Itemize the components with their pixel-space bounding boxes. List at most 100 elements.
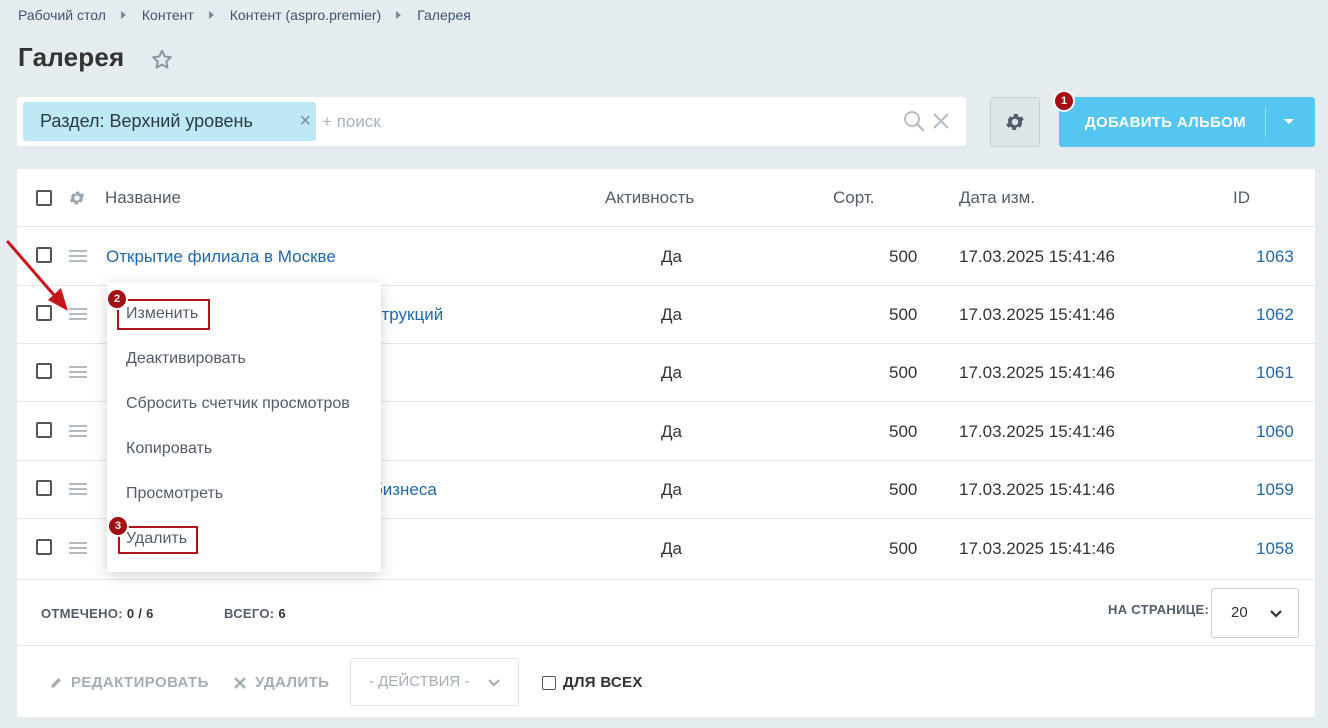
row-sort: 500 [889, 247, 918, 266]
row-date: 17.03.2025 15:41:46 [959, 480, 1115, 499]
row-id-link[interactable]: 1061 [1256, 363, 1294, 383]
add-album-label: ДОБАВИТЬ АЛЬБОМ [1085, 114, 1246, 131]
clear-search-icon[interactable] [932, 112, 950, 130]
row-checkbox[interactable] [36, 363, 52, 379]
chip-close-icon[interactable]: × [299, 110, 311, 133]
row-name-link[interactable]: струкций [373, 305, 443, 325]
breadcrumb-gallery[interactable]: Галерея [417, 7, 471, 23]
row-name-link[interactable]: бизнеса [373, 480, 437, 500]
per-page-select[interactable]: 20 [1211, 588, 1299, 638]
selected-count: ОТМЕЧЕНО: 0 / 6 [41, 606, 154, 621]
column-settings-gear-icon[interactable] [68, 189, 86, 207]
row-date: 17.03.2025 15:41:46 [959, 247, 1115, 266]
breadcrumb-desktop[interactable]: Рабочий стол [18, 7, 106, 23]
button-divider [1265, 107, 1266, 137]
breadcrumb: Рабочий стол Контент Контент (aspro.prem… [18, 7, 471, 23]
total-value: 6 [278, 606, 286, 621]
row-menu-icon[interactable] [69, 425, 87, 438]
chevron-down-icon [1270, 610, 1282, 618]
row-id-link[interactable]: 1060 [1256, 422, 1294, 442]
select-all-checkbox[interactable] [36, 190, 52, 206]
row-id-link[interactable]: 1062 [1256, 305, 1294, 325]
row-context-menu: Изменить Деактивировать Сбросить счетчик… [107, 282, 381, 572]
total-label: ВСЕГО: [224, 606, 275, 621]
total-count: ВСЕГО: 6 [224, 606, 286, 621]
row-checkbox[interactable] [36, 422, 52, 438]
row-active: Да [661, 422, 682, 441]
for-all-toggle[interactable]: ДЛЯ ВСЕХ [542, 674, 643, 691]
per-page-value: 20 [1231, 604, 1248, 621]
edit-action-button[interactable]: РЕДАКТИРОВАТЬ [49, 674, 209, 691]
search-icon[interactable] [903, 110, 925, 132]
breadcrumb-content[interactable]: Контент [142, 7, 194, 23]
row-name-link[interactable]: Открытие филиала в Москве [106, 247, 336, 267]
row-id-link[interactable]: 1063 [1256, 247, 1294, 267]
for-all-checkbox[interactable] [542, 675, 556, 690]
row-sort: 500 [889, 305, 918, 324]
selected-label: ОТМЕЧЕНО: [41, 606, 123, 621]
per-page-label: НА СТРАНИЦЕ: [1108, 602, 1210, 617]
row-id-link[interactable]: 1058 [1256, 539, 1294, 559]
search-input[interactable] [322, 109, 892, 135]
page-title: Галерея [18, 42, 125, 72]
row-date: 17.03.2025 15:41:46 [959, 305, 1115, 324]
highlight-box-delete [118, 526, 198, 554]
menu-item-copy[interactable]: Копировать [126, 440, 212, 458]
filter-chip[interactable]: Раздел: Верхний уровень × [23, 102, 316, 141]
row-sort: 500 [889, 363, 918, 382]
row-active: Да [661, 305, 682, 324]
filter-chip-label: Раздел: Верхний уровень [40, 111, 253, 131]
column-header-sort[interactable]: Сорт. [833, 188, 874, 208]
actions-select[interactable]: - ДЕЙСТВИЯ - [350, 658, 519, 706]
selected-value: 0 / 6 [126, 606, 154, 621]
close-icon [234, 676, 246, 689]
delete-action-label: УДАЛИТЬ [255, 674, 330, 691]
highlight-box-edit [117, 299, 210, 330]
grid-footer: ОТМЕЧЕНО: 0 / 6 ВСЕГО: 6 НА СТРАНИЦЕ: 20 [17, 579, 1315, 645]
filter-bar: Раздел: Верхний уровень × [17, 97, 966, 146]
step-badge-1: 1 [1053, 90, 1075, 112]
column-header-date[interactable]: Дата изм. [959, 188, 1035, 208]
delete-action-button[interactable]: УДАЛИТЬ [233, 674, 329, 691]
annotation-arrow-icon [6, 240, 68, 311]
row-menu-icon[interactable] [69, 366, 87, 379]
row-sort: 500 [889, 480, 918, 499]
row-active: Да [661, 247, 682, 266]
column-header-active[interactable]: Активность [605, 188, 694, 208]
column-header-id[interactable]: ID [1233, 188, 1250, 208]
settings-button[interactable] [990, 97, 1040, 147]
row-menu-icon[interactable] [69, 483, 87, 496]
grid-header: Название Активность Сорт. Дата изм. ID [17, 169, 1315, 227]
step-badge-2: 2 [106, 288, 128, 310]
menu-item-deactivate[interactable]: Деактивировать [126, 350, 246, 368]
row-checkbox[interactable] [36, 480, 52, 496]
column-header-name[interactable]: Название [105, 188, 181, 208]
chevron-down-icon[interactable] [1284, 119, 1294, 124]
star-icon[interactable] [150, 48, 174, 72]
row-active: Да [661, 539, 682, 558]
edit-action-label: РЕДАКТИРОВАТЬ [71, 674, 209, 691]
breadcrumb-separator-icon [396, 11, 402, 19]
breadcrumb-separator-icon [208, 11, 214, 19]
breadcrumb-content-aspro[interactable]: Контент (aspro.premier) [230, 7, 381, 23]
pencil-icon [51, 677, 61, 688]
for-all-label: ДЛЯ ВСЕХ [563, 674, 643, 691]
table-row[interactable]: Открытие филиала в Москве Да 500 17.03.2… [17, 228, 1315, 286]
breadcrumb-separator-icon [120, 11, 126, 19]
menu-item-view[interactable]: Просмотреть [126, 485, 223, 503]
menu-item-reset-views[interactable]: Сбросить счетчик просмотров [126, 395, 350, 413]
chevron-down-icon [488, 679, 500, 687]
row-sort: 500 [889, 422, 918, 441]
actions-select-value: - ДЕЙСТВИЯ - [369, 673, 470, 690]
action-bar: РЕДАКТИРОВАТЬ УДАЛИТЬ - ДЕЙСТВИЯ - ДЛЯ В… [17, 645, 1315, 717]
row-id-link[interactable]: 1059 [1256, 480, 1294, 500]
row-date: 17.03.2025 15:41:46 [959, 422, 1115, 441]
row-date: 17.03.2025 15:41:46 [959, 363, 1115, 382]
step-badge-3: 3 [107, 515, 129, 537]
row-checkbox[interactable] [36, 539, 52, 555]
row-date: 17.03.2025 15:41:46 [959, 539, 1115, 558]
row-sort: 500 [889, 539, 918, 558]
row-menu-icon[interactable] [69, 542, 87, 555]
row-active: Да [661, 480, 682, 499]
add-album-button[interactable]: ДОБАВИТЬ АЛЬБОМ [1059, 97, 1315, 147]
